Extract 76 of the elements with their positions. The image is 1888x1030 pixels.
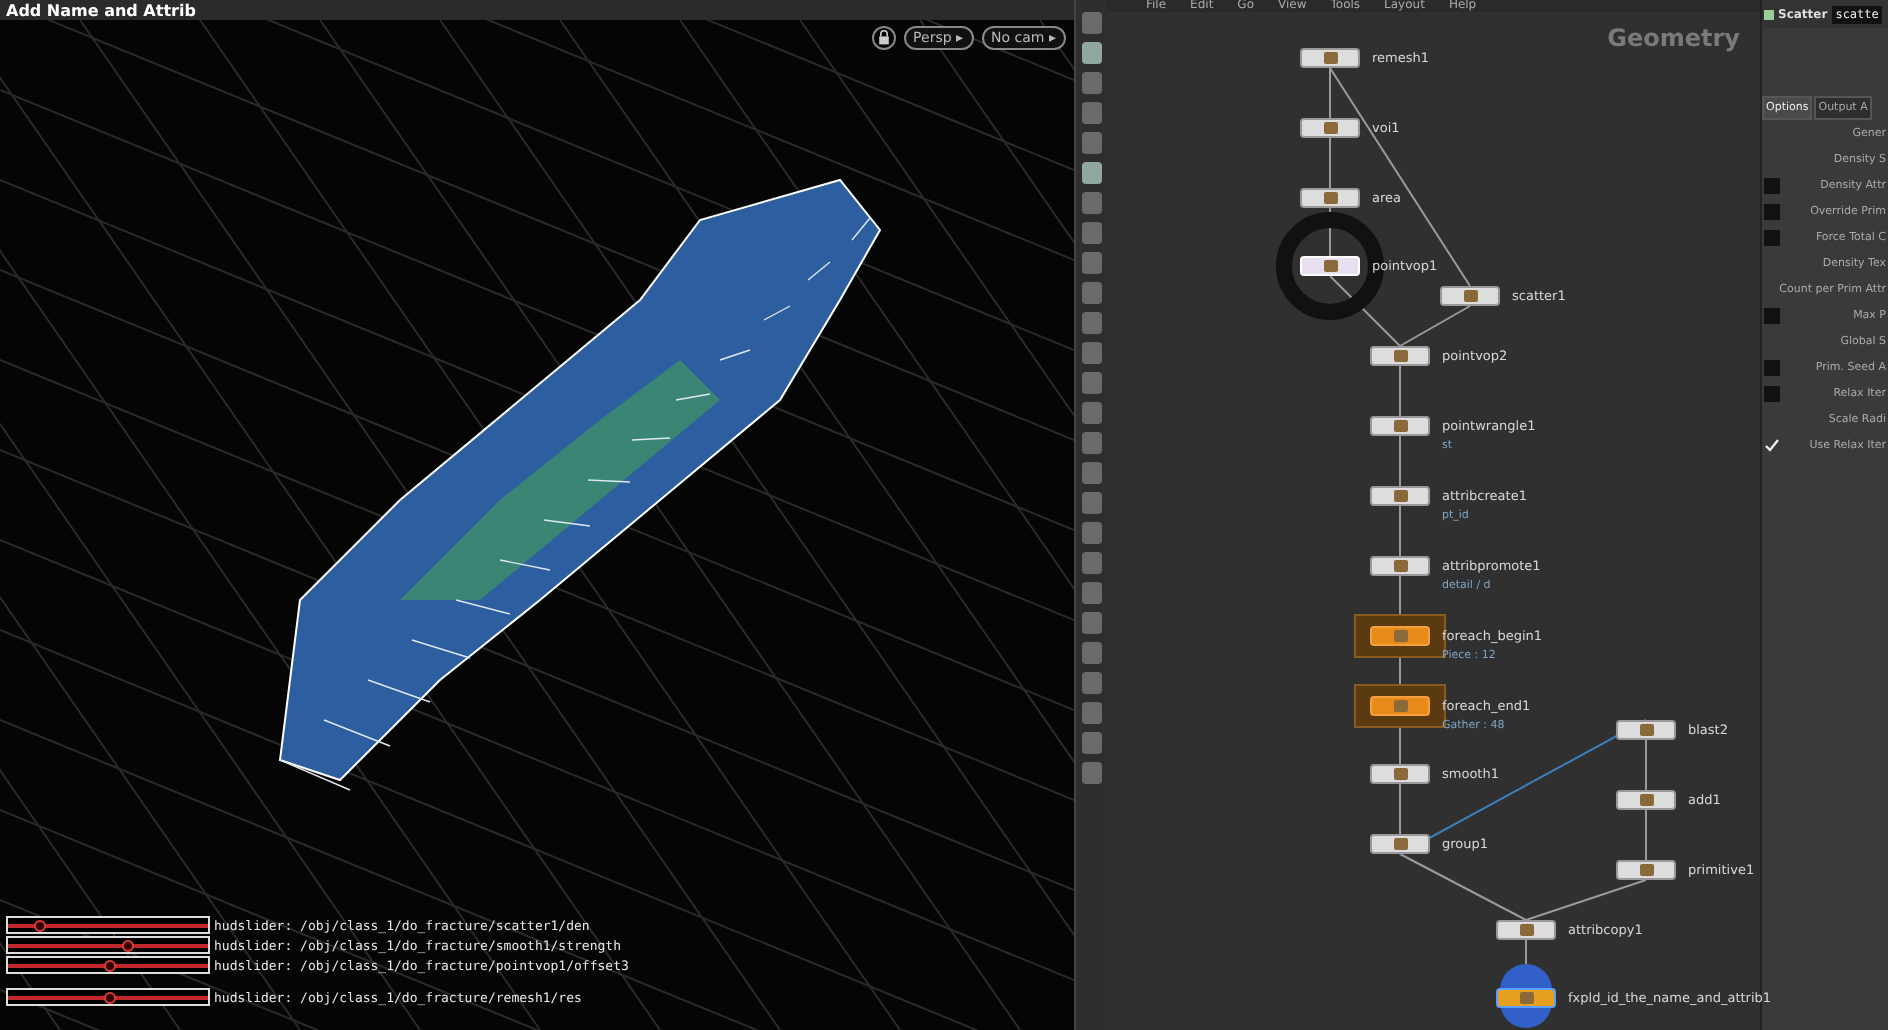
node[interactable] [1370, 834, 1430, 854]
node-icon [1639, 724, 1653, 736]
tool-icon[interactable] [1081, 762, 1101, 784]
node-icon [1393, 490, 1407, 502]
checkbox[interactable] [1764, 203, 1780, 219]
node[interactable] [1616, 860, 1676, 880]
tool-icon[interactable] [1081, 432, 1101, 454]
node[interactable] [1370, 486, 1430, 506]
tool-icon[interactable] [1081, 402, 1101, 424]
tool-icon[interactable] [1081, 132, 1101, 154]
node[interactable] [1300, 188, 1360, 208]
node[interactable] [1300, 48, 1360, 68]
context-label: Geometry [1607, 24, 1740, 52]
node-icon [1323, 122, 1337, 134]
checkbox[interactable] [1764, 177, 1780, 193]
node[interactable] [1370, 346, 1430, 366]
viewer-title: Add Name and Attrib [6, 2, 196, 20]
tool-icon[interactable] [1081, 732, 1101, 754]
tool-icon[interactable] [1081, 42, 1101, 64]
node[interactable] [1616, 790, 1676, 810]
tool-icon[interactable] [1081, 312, 1101, 334]
tool-icon[interactable] [1081, 582, 1101, 604]
node-icon [1639, 864, 1653, 876]
node[interactable] [1496, 920, 1556, 940]
tool-icon[interactable] [1081, 282, 1101, 304]
node[interactable] [1370, 626, 1430, 646]
node-icon [1463, 290, 1477, 302]
tool-icon[interactable] [1081, 192, 1101, 214]
tool-icon[interactable] [1081, 222, 1101, 244]
node[interactable] [1616, 720, 1676, 740]
tool-icon[interactable] [1081, 12, 1101, 34]
node[interactable] [1370, 764, 1430, 784]
tool-icon[interactable] [1081, 462, 1101, 484]
node[interactable] [1496, 988, 1556, 1008]
hud-slider[interactable] [6, 956, 210, 974]
node-icon [1393, 768, 1407, 780]
node[interactable] [1370, 696, 1430, 716]
node-icon [1519, 924, 1533, 936]
node-icon [1393, 630, 1407, 642]
hud-slider[interactable] [6, 936, 210, 954]
node-icon [1323, 52, 1337, 64]
node-icon [1393, 700, 1407, 712]
node-type-icon [1764, 9, 1774, 19]
tool-icon[interactable] [1081, 372, 1101, 394]
node-icon [1519, 992, 1533, 1004]
tool-icon[interactable] [1081, 492, 1101, 514]
node[interactable] [1440, 286, 1500, 306]
tool-icon[interactable] [1081, 342, 1101, 364]
hud-slider[interactable] [6, 916, 210, 934]
checkbox[interactable] [1764, 385, 1780, 401]
tool-icon[interactable] [1081, 612, 1101, 634]
tool-icon[interactable] [1081, 522, 1101, 544]
node[interactable] [1300, 118, 1360, 138]
checkbox[interactable] [1764, 437, 1780, 453]
node[interactable] [1370, 416, 1430, 436]
tool-icon[interactable] [1081, 552, 1101, 574]
node[interactable] [1370, 556, 1430, 576]
checkbox[interactable] [1764, 229, 1780, 245]
tool-icon[interactable] [1081, 162, 1101, 184]
hud-slider[interactable] [6, 988, 210, 1006]
tool-icon[interactable] [1081, 252, 1101, 274]
checkbox[interactable] [1764, 307, 1780, 323]
tool-icon[interactable] [1081, 72, 1101, 94]
tool-icon[interactable] [1081, 702, 1101, 724]
node-icon [1323, 192, 1337, 204]
tool-icon[interactable] [1081, 672, 1101, 694]
node-icon [1393, 350, 1407, 362]
tool-icon[interactable] [1081, 102, 1101, 124]
node-icon [1393, 838, 1407, 850]
node-icon [1393, 420, 1407, 432]
checkbox[interactable] [1764, 359, 1780, 375]
lock-icon[interactable] [871, 26, 896, 50]
node-icon [1323, 260, 1337, 272]
node-icon [1639, 794, 1653, 806]
node-icon [1393, 560, 1407, 572]
tool-icon[interactable] [1081, 642, 1101, 664]
